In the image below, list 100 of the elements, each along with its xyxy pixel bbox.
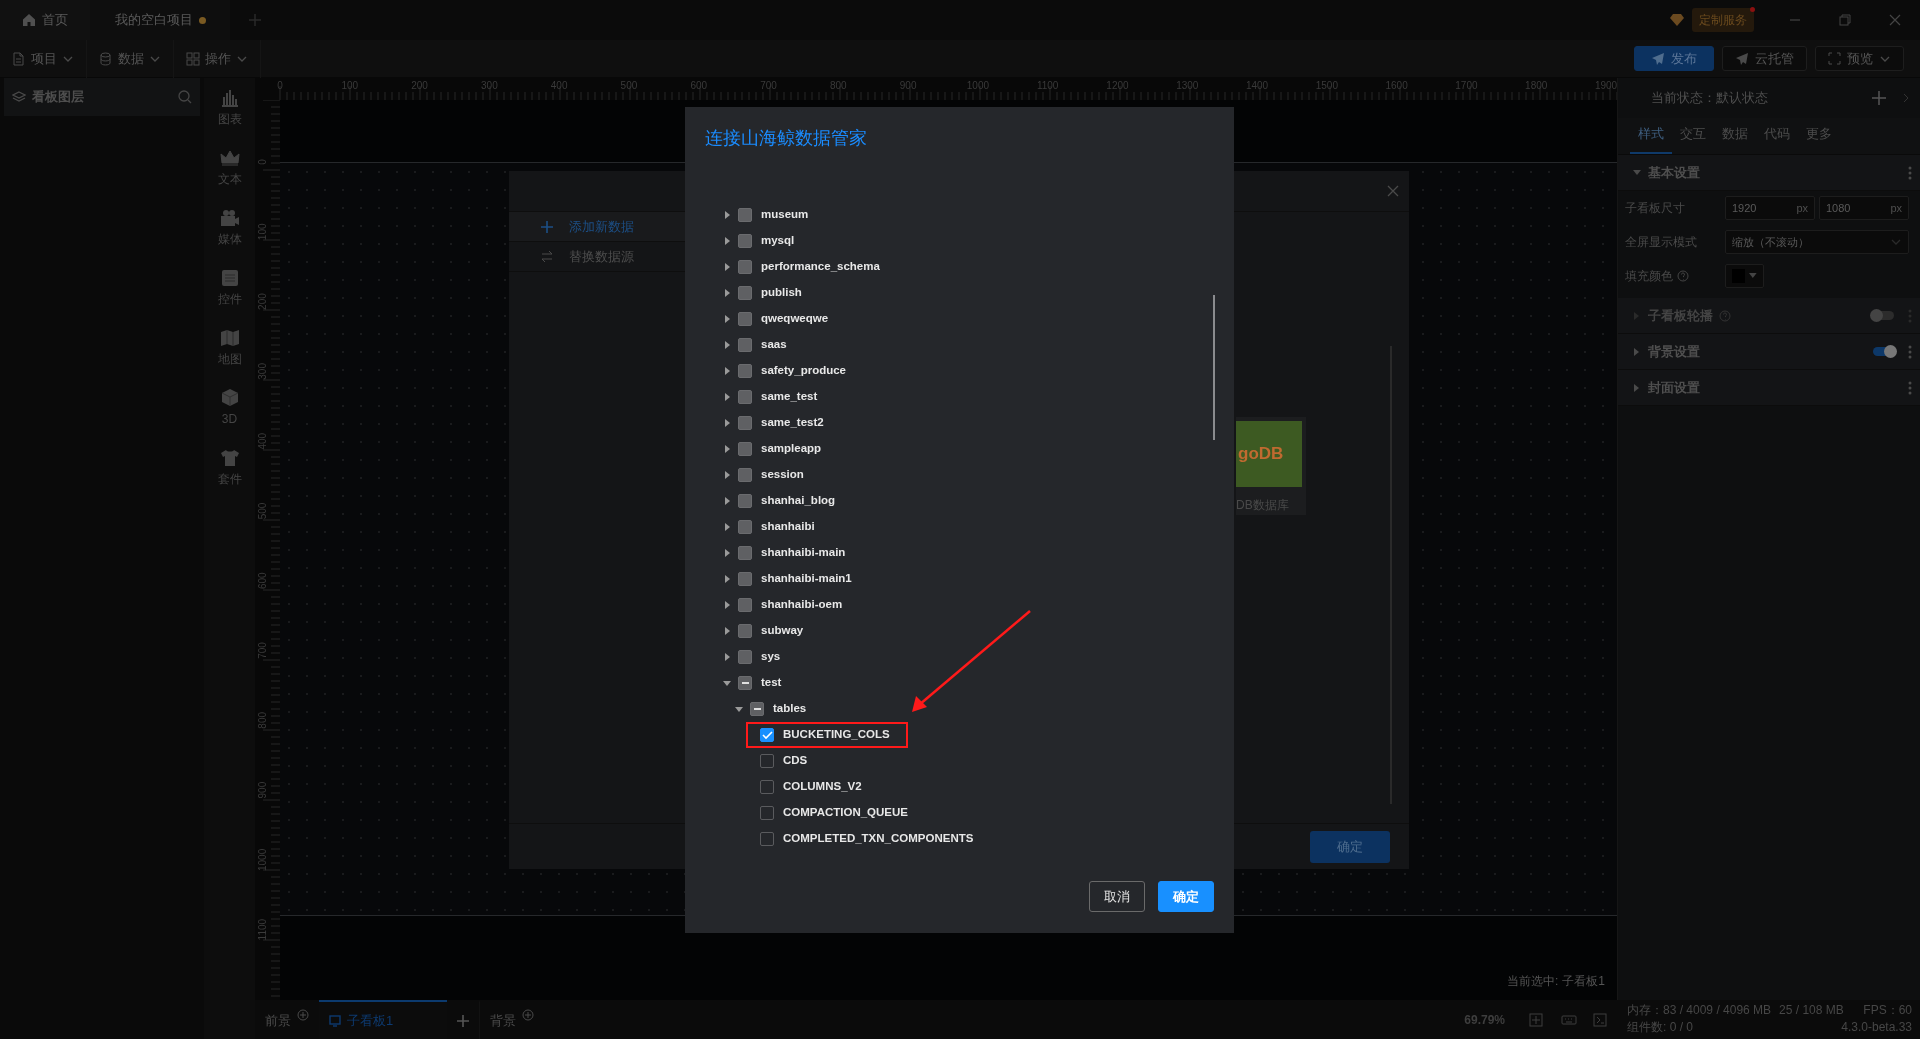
window-tab[interactable]: 首页	[0, 0, 90, 40]
checkbox[interactable]	[760, 806, 774, 820]
checkbox[interactable]	[760, 754, 774, 768]
cancel-button[interactable]: 取消	[1089, 881, 1145, 912]
add-state-button[interactable]	[1872, 91, 1886, 105]
checkbox[interactable]	[738, 390, 752, 404]
caret-icon[interactable]	[723, 419, 731, 427]
menu-item[interactable]: 添加新数据	[509, 212, 685, 242]
tree-item-label[interactable]: same_test2	[761, 414, 824, 432]
scrollbar[interactable]	[1213, 295, 1215, 440]
checkbox[interactable]	[738, 624, 752, 638]
caret-icon[interactable]	[723, 445, 731, 453]
checkbox[interactable]	[760, 728, 774, 742]
panel-tab[interactable]: 数据	[1714, 123, 1756, 154]
tree-item-label[interactable]: publish	[761, 284, 802, 302]
tree-item-label[interactable]: session	[761, 466, 804, 484]
tree-item-label[interactable]: performance_schema	[761, 258, 880, 276]
checkbox[interactable]	[760, 832, 774, 846]
tree-item-label[interactable]: COMPLETED_TXN_COMPONENTS	[783, 830, 974, 848]
tree-item-label[interactable]: COMPACTION_QUEUE	[783, 804, 909, 822]
panel-tab[interactable]: 交互	[1672, 123, 1714, 154]
checkbox[interactable]	[738, 650, 752, 664]
tree-item-label[interactable]: shanhaibi-main1	[761, 570, 852, 588]
cloud-hosting-button[interactable]: 云托管	[1722, 46, 1807, 71]
number-field[interactable]: 1080 px	[1819, 196, 1909, 220]
tree-item-label[interactable]: shanhaibi-oem	[761, 596, 843, 614]
board-tab[interactable]: 前景	[255, 1000, 319, 1039]
caret-icon[interactable]	[723, 549, 731, 557]
tree-item-label[interactable]: test	[761, 674, 782, 692]
checkbox[interactable]	[738, 598, 752, 612]
checkbox[interactable]	[738, 468, 752, 482]
tree-item-label[interactable]: museum	[761, 206, 809, 224]
caret-icon[interactable]	[723, 367, 731, 375]
checkbox[interactable]	[738, 520, 752, 534]
checkbox[interactable]	[750, 702, 764, 716]
caret-icon[interactable]	[723, 679, 731, 687]
more-icon[interactable]	[1908, 344, 1912, 359]
caret-icon[interactable]	[723, 627, 731, 635]
number-field[interactable]: 1920 px	[1725, 196, 1815, 220]
checkbox[interactable]	[738, 494, 752, 508]
tree-item-label[interactable]: shanhai_blog	[761, 492, 836, 510]
panel-tab[interactable]: 代码	[1756, 123, 1798, 154]
search-button[interactable]	[178, 90, 192, 104]
menu-button[interactable]: 数据	[87, 39, 174, 78]
board-tab[interactable]: 背景	[480, 1000, 544, 1039]
tree-item-label[interactable]: qweqweqwe	[761, 310, 829, 328]
tree-item-label[interactable]: sys	[761, 648, 781, 666]
caret-icon[interactable]	[723, 575, 731, 583]
tree-item-label[interactable]: sampleapp	[761, 440, 822, 458]
caret-icon[interactable]	[723, 471, 731, 479]
tree-item-label[interactable]: tables	[773, 700, 807, 718]
color-picker[interactable]	[1725, 263, 1764, 288]
help-icon[interactable]	[1677, 269, 1689, 282]
checkbox[interactable]	[760, 780, 774, 794]
caret-icon[interactable]	[723, 497, 731, 505]
tree-item-label[interactable]: same_test	[761, 388, 818, 406]
checkbox[interactable]	[738, 286, 752, 300]
panel-tab[interactable]: 更多	[1798, 123, 1840, 154]
checkbox[interactable]	[738, 676, 752, 690]
publish-button[interactable]: 发布	[1634, 46, 1714, 71]
more-icon[interactable]	[1908, 380, 1912, 395]
menu-button[interactable]: 操作	[174, 39, 261, 78]
tree-item-label[interactable]: shanhaibi-main	[761, 544, 846, 562]
toggle-switch[interactable]	[1873, 347, 1894, 356]
more-icon[interactable]	[1908, 165, 1912, 180]
caret-icon[interactable]	[723, 601, 731, 609]
caret-icon[interactable]	[723, 653, 731, 661]
caret-icon[interactable]	[723, 237, 731, 245]
caret-icon[interactable]	[723, 523, 731, 531]
tree-item-label[interactable]: safety_produce	[761, 362, 846, 380]
confirm-button[interactable]: 确定	[1158, 881, 1214, 912]
caret-icon[interactable]	[735, 705, 743, 713]
checkbox[interactable]	[738, 312, 752, 326]
service-badge[interactable]: 定制服务	[1692, 8, 1754, 32]
section-title[interactable]: 封面设置	[1648, 377, 1700, 398]
section-title[interactable]: 背景设置	[1648, 341, 1700, 362]
tree-item-label[interactable]: BUCKETING_COLS	[783, 726, 890, 744]
caret-icon[interactable]	[723, 315, 731, 323]
tree-item-label[interactable]: shanhaibi	[761, 518, 815, 536]
checkbox[interactable]	[738, 416, 752, 430]
select-field[interactable]: 缩放（不滚动）	[1725, 230, 1909, 254]
checkbox[interactable]	[738, 442, 752, 456]
caret-icon[interactable]	[723, 263, 731, 271]
close-button[interactable]	[1387, 185, 1399, 197]
component-button[interactable]: 3D	[204, 388, 255, 448]
checkbox[interactable]	[738, 572, 752, 586]
section-title[interactable]: 基本设置	[1648, 162, 1700, 183]
checkbox[interactable]	[738, 260, 752, 274]
checkbox[interactable]	[738, 364, 752, 378]
tree-item-label[interactable]: subway	[761, 622, 804, 640]
tree-item-label[interactable]: COLUMNS_V2	[783, 778, 862, 796]
checkbox[interactable]	[738, 546, 752, 560]
confirm-button[interactable]: 确定	[1310, 830, 1390, 863]
caret-icon[interactable]	[723, 289, 731, 297]
checkbox[interactable]	[738, 234, 752, 248]
menu-button[interactable]: 项目	[0, 39, 87, 78]
caret-icon[interactable]	[723, 211, 731, 219]
tree-item-label[interactable]: CDS	[783, 752, 808, 770]
checkbox[interactable]	[738, 338, 752, 352]
preview-button[interactable]: 预览	[1815, 46, 1904, 71]
